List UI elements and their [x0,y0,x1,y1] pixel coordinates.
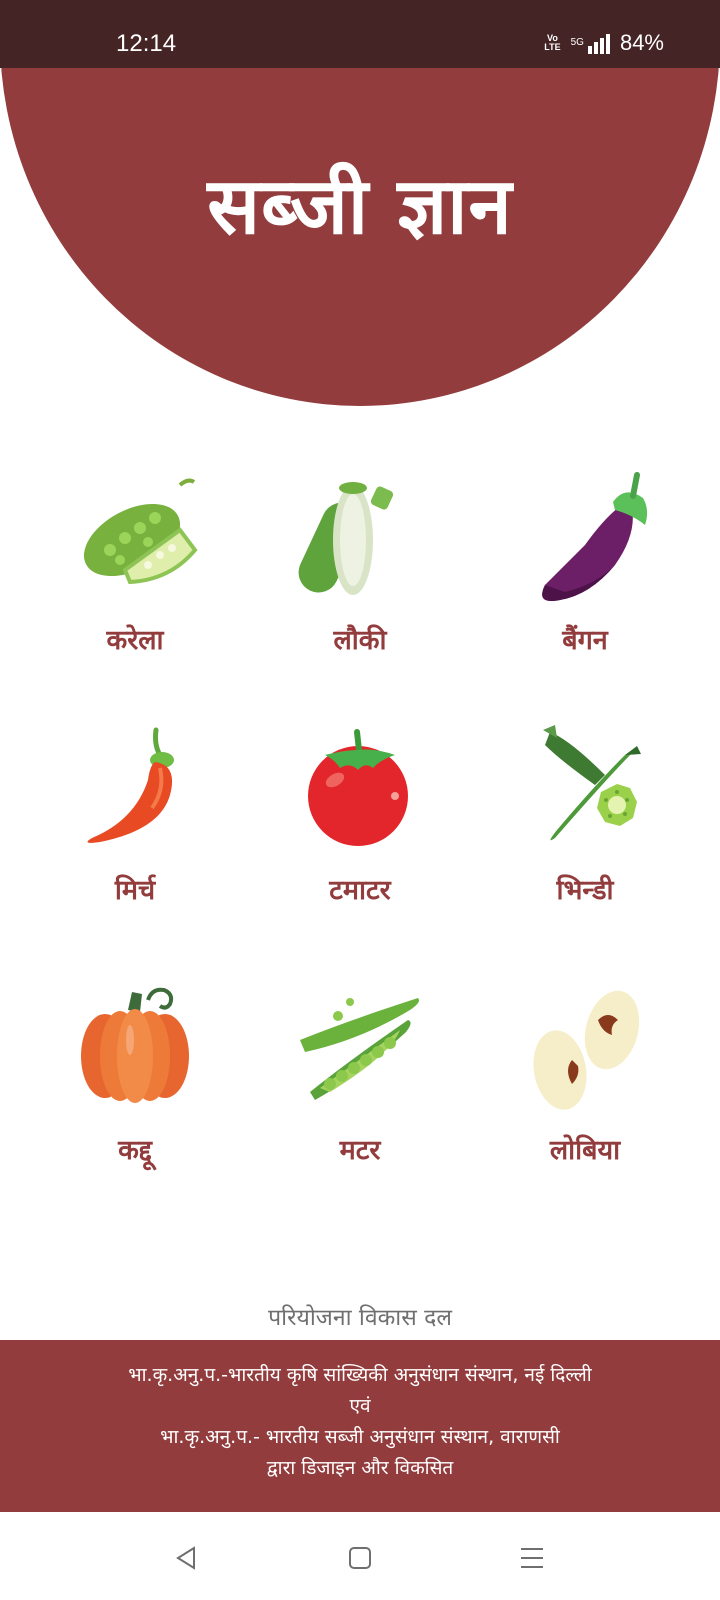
eggplant-icon [542,472,648,601]
menu-button[interactable] [512,1540,552,1576]
vegetable-label: भिन्डी [556,875,614,906]
vegetable-label: करेला [106,625,164,656]
tile-peas[interactable]: मटर [240,980,480,1220]
back-icon [176,1546,195,1570]
tile-bitter-gourd[interactable]: करेला [15,470,255,710]
footer-credits: भा.कृ.अनु.प.-भारतीय कृषि सांख्यिकी अनुसं… [0,1340,720,1512]
home-icon [349,1547,371,1569]
back-button[interactable] [166,1540,206,1576]
battery-level: 84% [619,30,664,55]
signal-icon: 5G [571,32,610,54]
vegetable-label: कद्दू [118,1135,152,1166]
vegetable-label: टमाटर [329,875,391,906]
footer-line-1: भा.कृ.अनु.प.-भारतीय कृषि सांख्यिकी अनुसं… [128,1364,592,1386]
footer-line-3: भा.कृ.अनु.प.- भारतीय सब्जी अनुसंधान संस्… [160,1426,560,1448]
status-bar-overlay: 12:14 Vo LTE 5G 84% [0,0,720,68]
bitter-gourd-icon [83,478,198,585]
project-team-label: परियोजना विकास दल [268,1305,452,1331]
app-title: सब्जी ज्ञान [207,162,513,252]
vegetable-label: बैंगन [562,625,608,656]
tomato-icon [308,729,408,846]
tile-bottle-gourd[interactable]: लौकी [240,470,480,710]
peas-icon [300,998,419,1100]
vegetable-label: लोबिया [549,1135,621,1166]
okra-icon [543,725,641,841]
tile-pumpkin[interactable]: कद्दू [15,980,255,1220]
volte-icon: VoLTE [544,33,561,52]
footer-line-2: एवं [349,1395,371,1417]
tile-eggplant[interactable]: बैंगन [465,470,705,710]
bottle-gourd-icon [298,482,394,595]
tile-okra[interactable]: भिन्डी [465,720,705,960]
network-type: 5G [570,37,584,48]
tile-chili[interactable]: मिर्च [15,720,255,960]
vegetable-label: लौकी [333,625,387,656]
menu-icon [521,1548,543,1568]
vegetable-label: मिर्च [114,875,156,906]
cowpea-icon [533,990,640,1110]
tile-tomato[interactable]: टमाटर [240,720,480,960]
vegetable-label: मटर [339,1135,381,1166]
pumpkin-icon [81,987,189,1103]
status-icons: VoLTE 5G 84% [544,30,664,56]
footer-line-4: द्वारा डिजाइन और विकसित [266,1457,454,1479]
navigation-bar [0,1512,720,1600]
chili-icon [87,727,174,843]
home-button[interactable] [340,1540,380,1576]
status-time: 12:14 [116,30,177,57]
tile-cowpea[interactable]: लोबिया [465,980,705,1220]
